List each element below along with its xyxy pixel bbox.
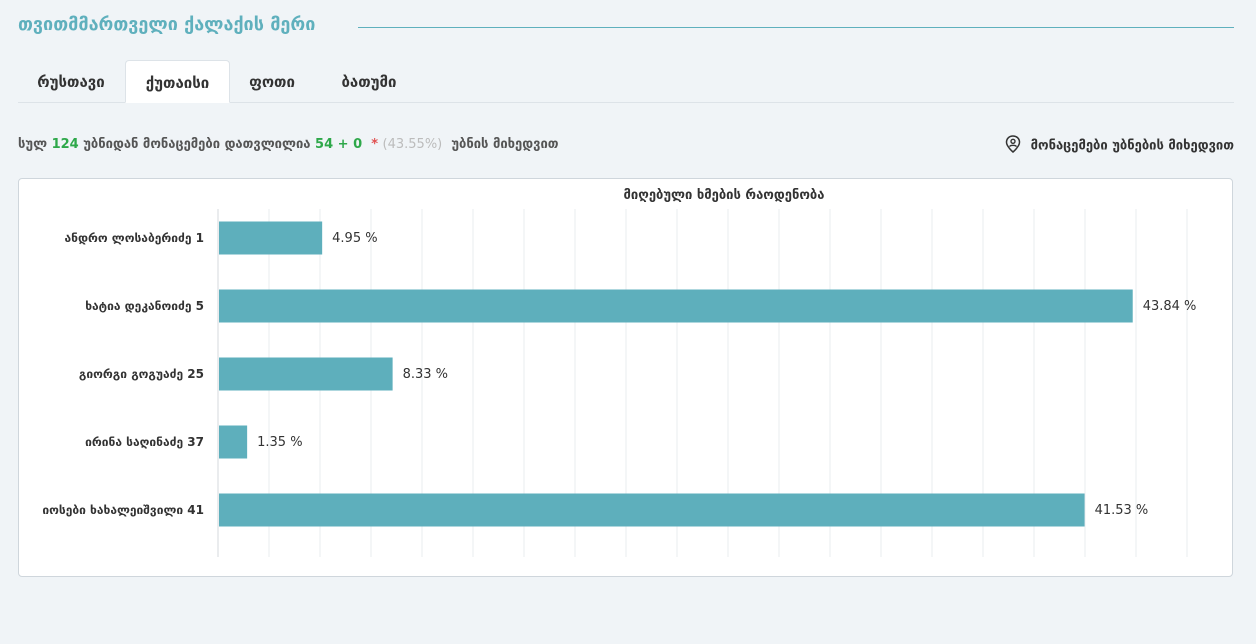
category-label: ანდრო ლოსაბერიძე 1: [65, 231, 205, 245]
summary-suffix: უბნის მიხედვით: [451, 137, 559, 152]
category-label: იოსები ხახალეიშვილი 41: [42, 503, 204, 517]
tab-kutaisi[interactable]: ქუთაისი: [125, 60, 230, 103]
tab-rustavi[interactable]: რუსთავი: [18, 60, 124, 102]
tab-poti[interactable]: ფოთი: [230, 60, 314, 102]
value-label: 41.53 %: [1095, 503, 1149, 518]
summary-total: 124: [51, 137, 79, 152]
page-title: თვითმმართველი ქალაქის მერი: [18, 14, 316, 35]
summary-prefix: სულ: [18, 137, 48, 152]
city-tabs: რუსთავი ქუთაისი ფოთი ბათუმი: [18, 60, 1234, 103]
by-district-label: მონაცემები უბნების მიხედვით: [1030, 138, 1234, 154]
chart-panel: მიღებული ხმების რაოდენობა ანდრო ლოსაბერიძ…: [18, 178, 1233, 577]
bar-1[interactable]: [219, 221, 323, 255]
bar-3[interactable]: [219, 357, 393, 391]
category-label: ხატია დეკანოიძე 5: [85, 299, 204, 313]
header-divider: [358, 27, 1234, 28]
page-header: თვითმმართველი ქალაქის მერი: [18, 14, 1234, 40]
summary-star: *: [371, 137, 378, 152]
category-label: ირინა საღინაძე 37: [85, 435, 204, 449]
chart-title: მიღებული ხმების რაოდენობა: [624, 188, 825, 203]
value-label: 8.33 %: [403, 367, 448, 382]
count-summary: სულ 124 უბნიდან მონაცემები დათვლილია 54 …: [18, 137, 559, 152]
votes-bar-chart: მიღებული ხმების რაოდენობა ანდრო ლოსაბერიძ…: [42, 188, 1197, 557]
summary-percent: (43.55%): [382, 137, 443, 152]
summary-counted: 54 + 0: [315, 137, 363, 152]
value-label: 4.95 %: [332, 231, 377, 246]
value-label: 43.84 %: [1143, 299, 1197, 314]
summary-mid: უბნიდან მონაცემები დათვლილია: [83, 137, 311, 152]
category-label: გიორგი გოგუაძე 25: [79, 367, 204, 381]
tab-batumi[interactable]: ბათუმი: [314, 60, 424, 102]
value-label: 1.35 %: [257, 435, 302, 450]
bar-5[interactable]: [219, 493, 1085, 527]
bar-4[interactable]: [219, 425, 248, 459]
location-pin-icon: [1005, 135, 1020, 153]
bar-2[interactable]: [219, 289, 1133, 323]
by-district-link[interactable]: მონაცემები უბნების მიხედვით: [1005, 135, 1234, 155]
